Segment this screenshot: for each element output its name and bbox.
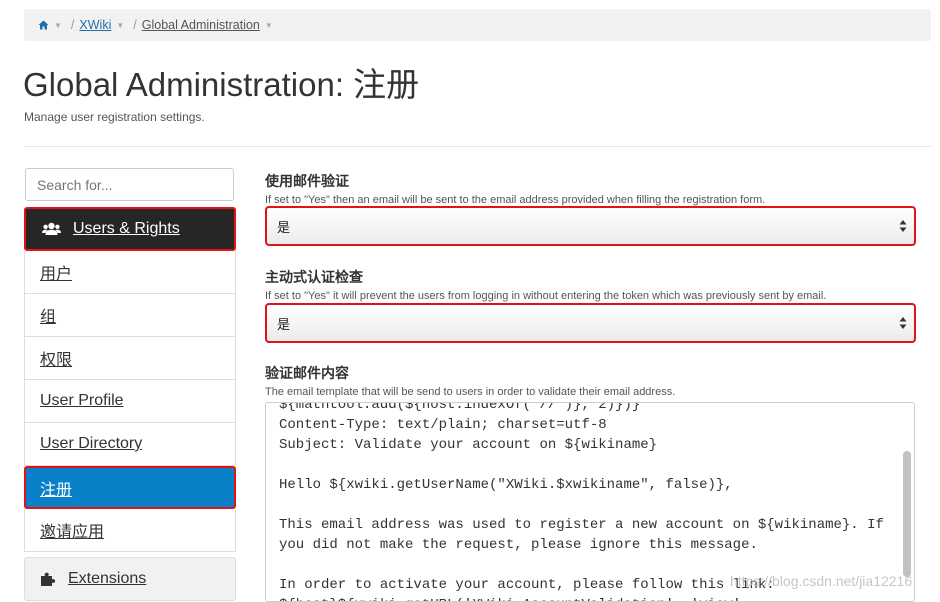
breadcrumb-global-admin[interactable]: Global Administration (142, 18, 260, 32)
menu-section-label: Extensions (68, 570, 147, 587)
sidebar-item-label: 用户 (40, 266, 73, 283)
watermark: https://blog.csdn.net/jia12216 (730, 573, 913, 589)
sidebar-item-label: 注册 (40, 481, 73, 499)
divider (24, 146, 931, 147)
select-arrows-icon (899, 220, 907, 232)
sidebar-item-label: 组 (40, 309, 57, 326)
select-value: 是 (277, 219, 291, 235)
email-validation-select[interactable]: 是 (265, 206, 916, 246)
sidebar-item-invitation[interactable]: 邀请应用 (24, 509, 236, 552)
page-title: Global Administration: 注册 (23, 66, 420, 103)
menu-section-label: Users & Rights (73, 220, 180, 237)
active-check-label: 主动式认证检查 (265, 269, 363, 285)
sidebar-item-groups[interactable]: 组 (24, 294, 236, 337)
email-content-textarea[interactable]: ${mathtool.add(${host.indexOf('//')}, 2)… (265, 402, 915, 602)
puzzle-icon (41, 572, 56, 586)
chevron-down-icon[interactable]: ▼ (116, 21, 124, 30)
breadcrumb-separator: / (133, 18, 137, 32)
menu-section-users-rights[interactable]: Users & Rights (24, 207, 236, 251)
sidebar-item-user-directory[interactable]: User Directory (24, 423, 236, 466)
menu-section-extensions[interactable]: Extensions (24, 557, 236, 601)
admin-menu: Users & Rights 用户 组 权限 User Profile User… (24, 207, 236, 552)
chevron-down-icon[interactable]: ▼ (54, 21, 62, 30)
select-arrows-icon (899, 317, 907, 329)
search-input[interactable] (25, 168, 234, 201)
breadcrumb-separator: / (70, 18, 75, 32)
email-validation-label: 使用邮件验证 (265, 173, 349, 189)
sidebar-item-users[interactable]: 用户 (24, 251, 236, 294)
email-validation-hint: If set to "Yes" then an email will be se… (265, 194, 766, 206)
active-check-hint: If set to "Yes" it will prevent the user… (265, 290, 827, 302)
scrollbar[interactable] (903, 451, 911, 577)
breadcrumb-xwiki[interactable]: XWiki (79, 18, 111, 32)
sidebar-item-label: 邀请应用 (40, 524, 105, 541)
active-check-select[interactable]: 是 (265, 303, 916, 343)
sidebar-item-user-profile[interactable]: User Profile (24, 380, 236, 423)
sidebar-item-label: User Profile (40, 392, 124, 409)
chevron-down-icon[interactable]: ▼ (265, 21, 273, 30)
sidebar-item-label: User Directory (40, 435, 143, 452)
sidebar-item-registration[interactable]: 注册 (24, 466, 236, 509)
email-content-text: ${mathtool.add(${host.indexOf('//')}, 2)… (279, 402, 884, 601)
email-content-hint: The email template that will be send to … (265, 386, 676, 398)
page-subtitle: Manage user registration settings. (24, 110, 205, 124)
home-icon[interactable] (38, 20, 49, 30)
users-icon (42, 222, 61, 235)
breadcrumb: ▼ / XWiki ▼ / Global Administration ▼ (24, 9, 931, 41)
select-value: 是 (277, 316, 291, 332)
email-content-label: 验证邮件内容 (265, 365, 349, 381)
sidebar-item-rights[interactable]: 权限 (24, 337, 236, 380)
sidebar-item-label: 权限 (40, 352, 73, 369)
